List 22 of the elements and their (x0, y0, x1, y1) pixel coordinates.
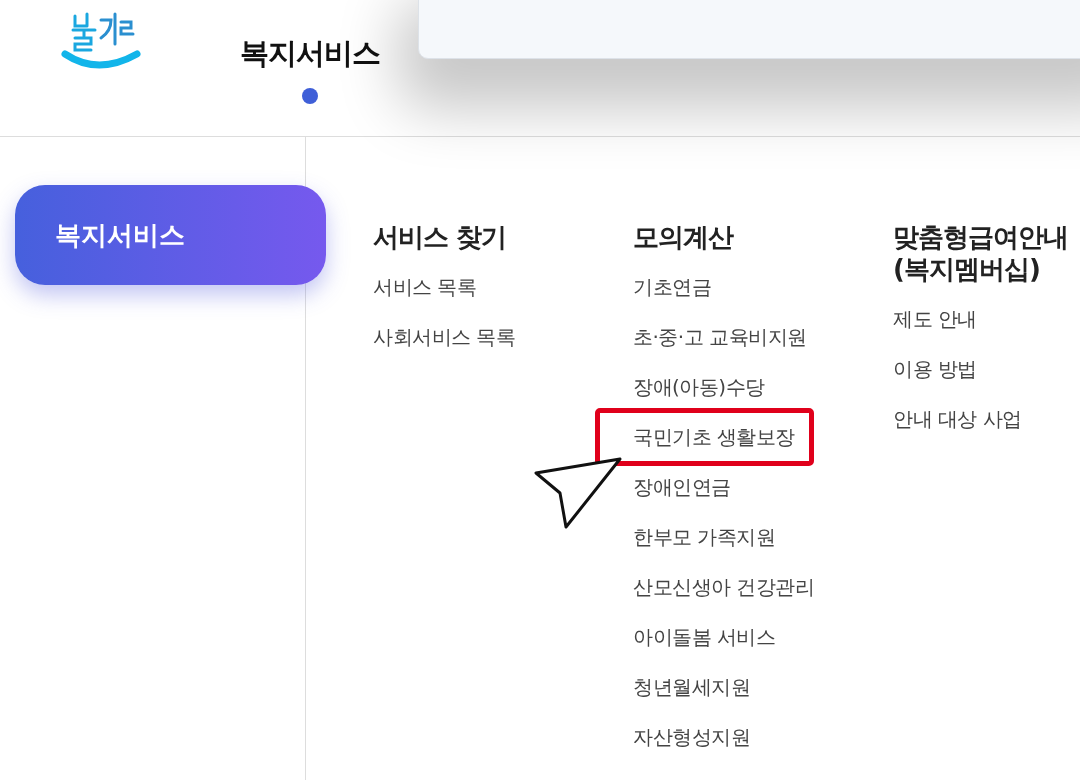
menu-link[interactable]: 아이돌봄 서비스 (633, 623, 776, 651)
pointer-arrow-icon (534, 457, 624, 531)
menu-link[interactable]: 기초연금 (633, 273, 711, 301)
column-heading: 서비스 찾기 (373, 221, 508, 253)
menu-link[interactable]: 사회서비스 목록 (373, 323, 516, 351)
menu-link[interactable]: 산모신생아 건강관리 (633, 573, 815, 601)
active-dot (302, 88, 318, 104)
menu-link[interactable]: 장애인연금 (633, 473, 731, 501)
menu-link[interactable]: 초·중·고 교육비지원 (633, 323, 807, 351)
nav-item[interactable]: 복지서비스 (240, 34, 380, 74)
column-heading: 맞춤형급여안내 (복지멤버십) (893, 221, 1069, 285)
menu-link[interactable]: 장애(아동)수당 (633, 373, 765, 401)
menu-link[interactable]: 제도 안내 (893, 305, 977, 333)
menu-link[interactable]: 이용 방법 (893, 355, 977, 383)
menu-link[interactable]: 한부모 가족지원 (633, 523, 776, 551)
menu-link[interactable]: 안내 대상 사업 (893, 405, 1022, 433)
menu-link[interactable]: 청년월세지원 (633, 673, 750, 701)
sidebar-item[interactable]: 복지서비스 (15, 185, 326, 285)
menu-link[interactable]: 서비스 목록 (373, 273, 477, 301)
column-heading: 모의계산 (633, 221, 735, 253)
menu-link[interactable]: 자산형성지원 (633, 723, 750, 751)
menu-link[interactable]: 국민기초 생활보장 (595, 408, 814, 466)
